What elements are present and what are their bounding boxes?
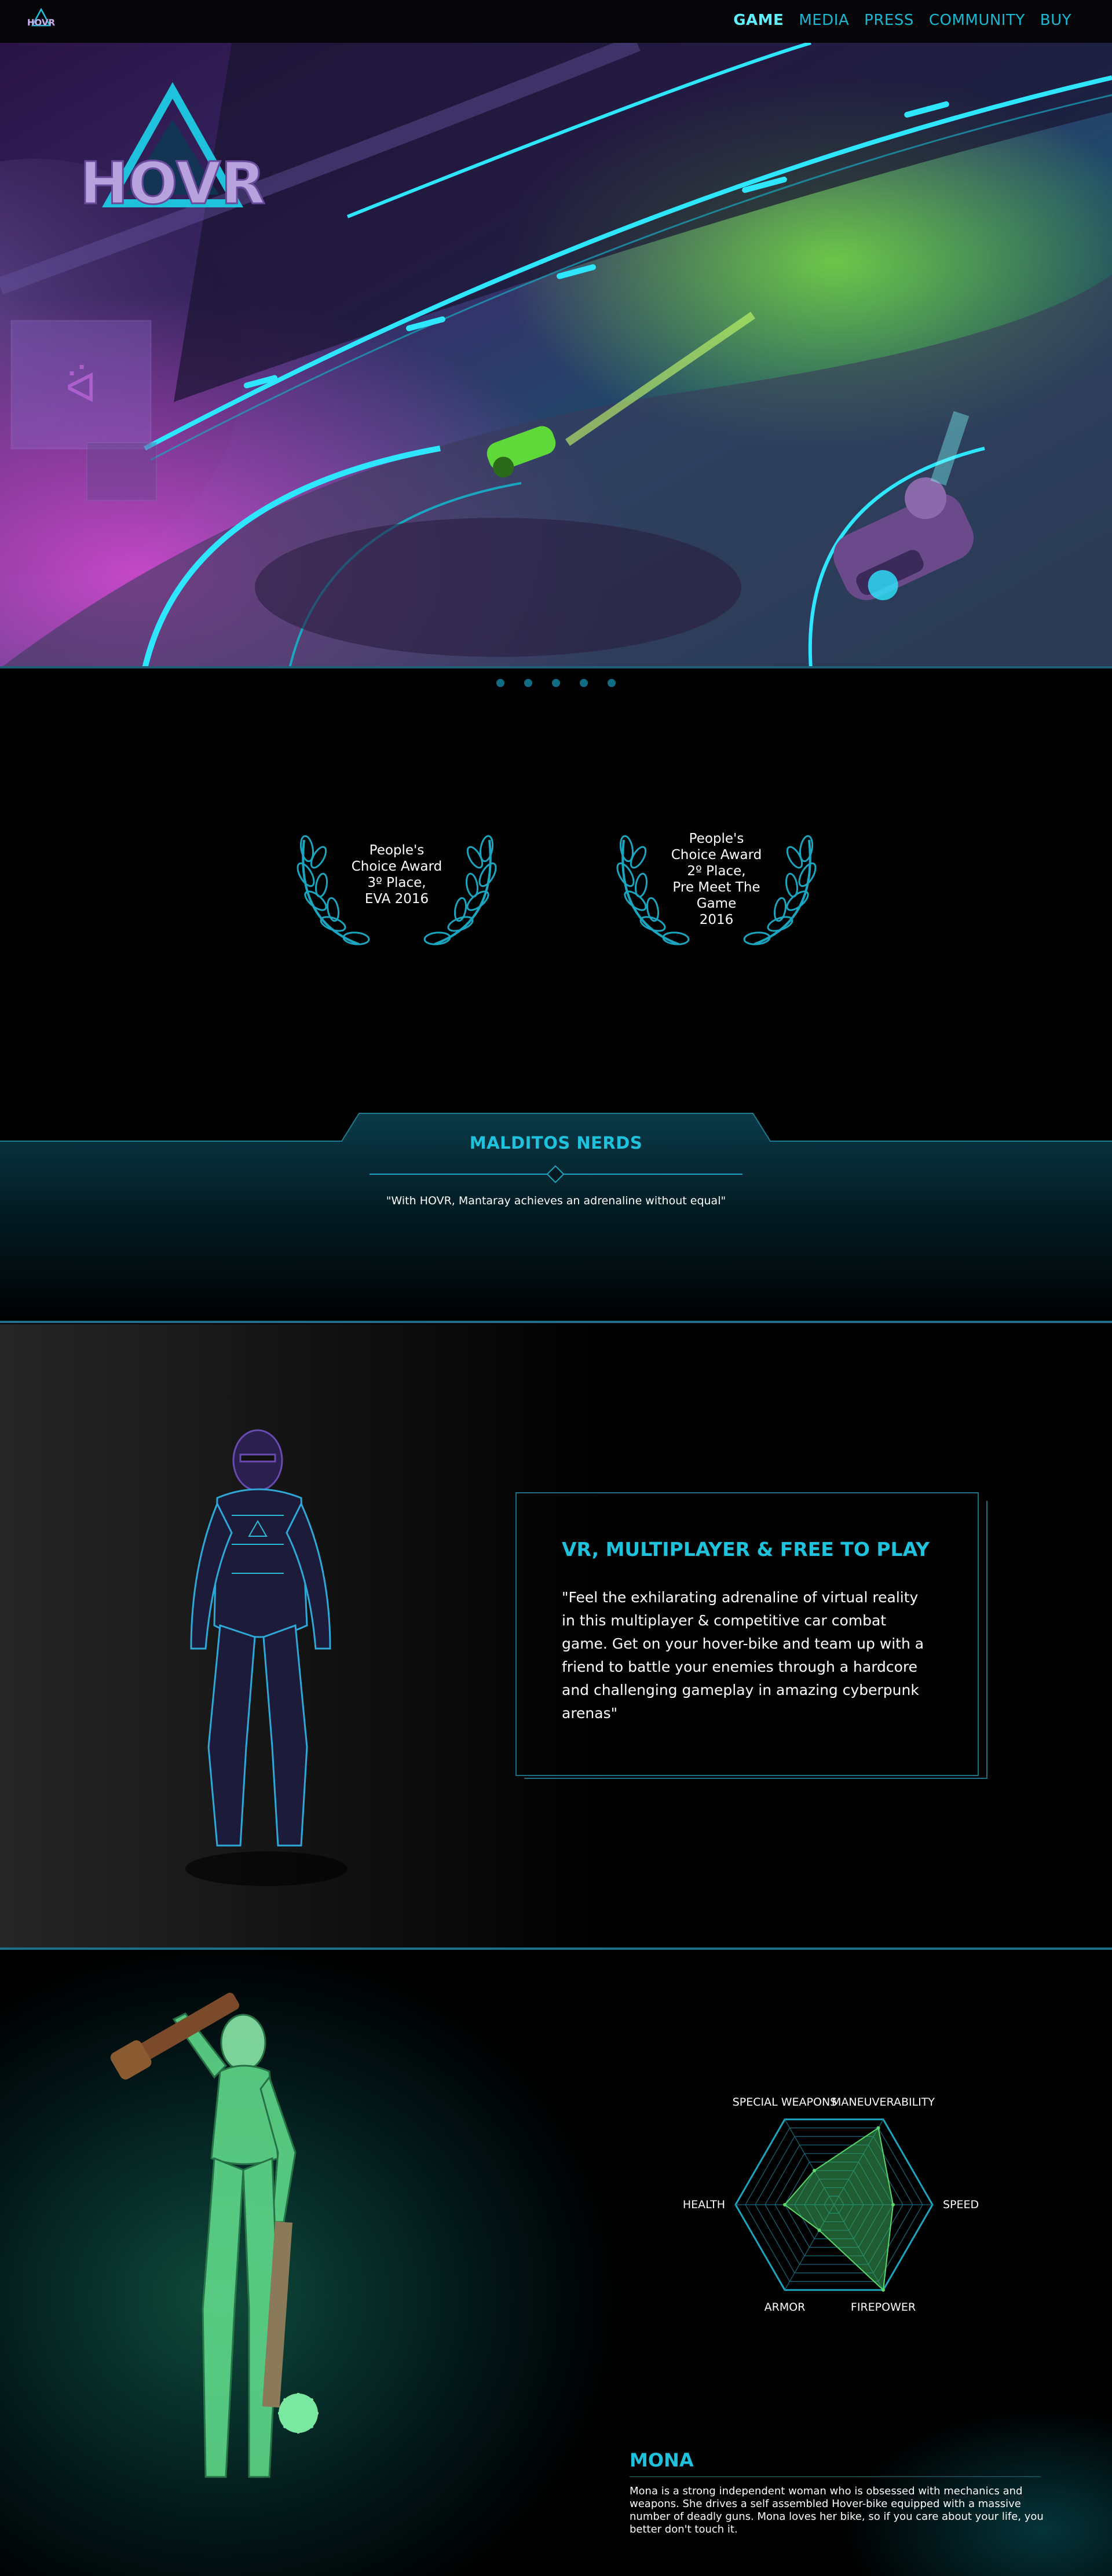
top-nav: HOVR GAME MEDIA PRESS COMMUNITY BUY — [0, 0, 1112, 43]
nav-link-game[interactable]: GAME — [733, 12, 784, 29]
feature-title: VR, MULTIPLAYER & FREE TO PLAY — [562, 1538, 930, 1561]
feature-description: "Feel the exhilarating adrenaline of vir… — [562, 1589, 924, 1722]
nav-link-media[interactable]: MEDIA — [799, 12, 849, 29]
hero-logo-text: HOVR — [80, 149, 265, 217]
radar-label-firepower: FIREPOWER — [851, 2301, 916, 2314]
hovr-nav-logo[interactable]: HOVR — [17, 8, 65, 31]
character-name: MONA — [630, 2449, 694, 2471]
hero-divider — [0, 666, 1112, 668]
character-description: Mona is a strong independent woman who i… — [630, 2485, 1044, 2535]
radar-label-special-weapons: SPECIAL WEAPONS — [733, 2096, 837, 2109]
character-divider — [630, 2476, 1041, 2477]
award-eva-2016: People's Choice Award 3º Place, EVA 2016 — [284, 817, 510, 956]
nav-links: GAME MEDIA PRESS COMMUNITY BUY — [733, 12, 1071, 29]
slider-dot[interactable] — [496, 679, 504, 687]
radar-point — [876, 2126, 880, 2130]
award-text: People's Choice Award 3º Place, EVA 2016 — [351, 843, 442, 907]
award-pre-meet-the-game: People's Choice Award 2º Place, Pre Meet Th… — [603, 817, 829, 956]
radar-label-health: HEALTH — [683, 2198, 725, 2211]
award-text: People's Choice Award 2º Place, Pre Meet Th… — [671, 831, 762, 927]
quote-source: MALDITOS NERDS — [469, 1133, 643, 1153]
radar-point — [783, 2203, 787, 2206]
svg-text:HOVR: HOVR — [27, 17, 56, 28]
slider-dot[interactable] — [552, 679, 560, 687]
slider-dot[interactable] — [580, 679, 588, 687]
section-divider — [0, 1321, 1112, 1323]
nav-link-press[interactable]: PRESS — [864, 12, 914, 29]
mona-character-illustration — [110, 1993, 319, 2478]
nav-link-buy[interactable]: BUY — [1040, 12, 1071, 29]
awards-section: People'sChoice Award3º Place,EVA 2016 — [0, 817, 1112, 962]
slider-dot[interactable] — [608, 679, 616, 687]
hero-slider[interactable]: ᐛ HOVR — [0, 43, 1112, 668]
nav-link-community[interactable]: COMMUNITY — [929, 12, 1025, 29]
radar-series-area — [784, 2126, 894, 2292]
radar-label-maneuverability: MANEUVERABILITY — [832, 2096, 935, 2109]
radar-point — [817, 2228, 821, 2232]
svg-text:ᐛ: ᐛ — [65, 364, 97, 412]
slider-dots — [0, 679, 1112, 687]
radar-label-armor: ARMOR — [765, 2301, 806, 2314]
radar-point — [891, 2203, 895, 2206]
stats-radar-chart: SPECIAL WEAPONSMANEUVERABILITY SPEED FIREP… — [683, 2096, 979, 2314]
radar-point — [813, 2169, 816, 2173]
armored-pilot-illustration — [185, 1429, 348, 1886]
radar-point — [881, 2288, 885, 2292]
radar-label-speed: SPEED — [943, 2198, 979, 2211]
character-section: SPECIAL WEAPONS MANEUVERABILITY SPEED FIREP… — [0, 1950, 1112, 2576]
slider-dot[interactable] — [524, 679, 532, 687]
quote-text: "With HOVR, Mantaray achieves an adrenal… — [386, 1194, 726, 1207]
hovr-hero-logo: HOVR — [79, 82, 266, 218]
